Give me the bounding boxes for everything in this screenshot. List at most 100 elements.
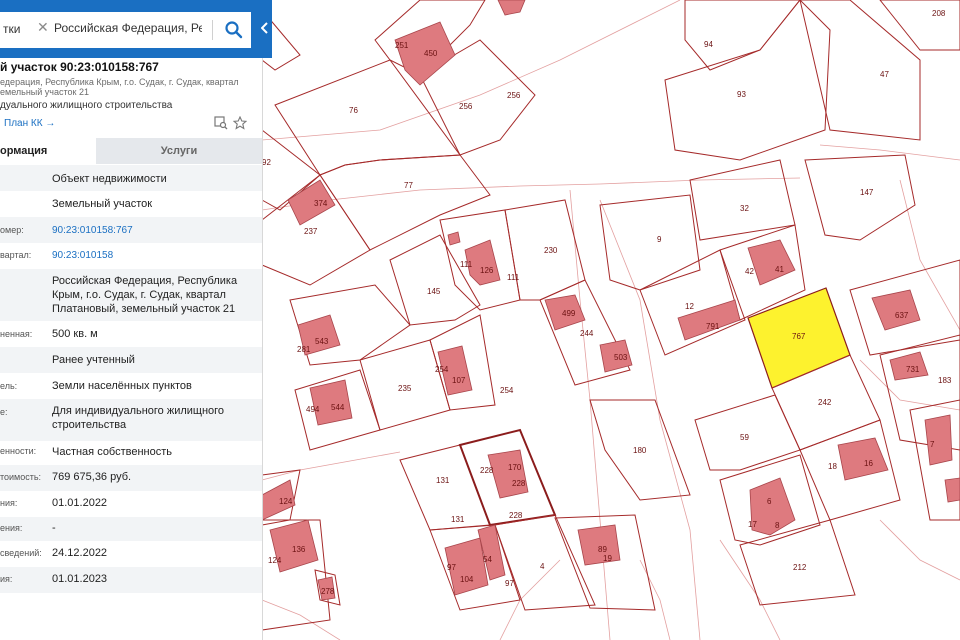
parcel-label: 16 [864, 459, 873, 468]
panel-tabs: ормация Услуги [0, 138, 262, 164]
star-icon[interactable] [232, 115, 248, 130]
address-line: емельный участок 21 [0, 87, 89, 97]
row-value: Российская Федерация, Республика Крым, г… [52, 275, 238, 315]
table-row: Земельный участок [0, 191, 262, 217]
parcel-label: 237 [304, 227, 318, 236]
parcel-address: едерация, Республика Крым, г.о. Судак, г… [0, 77, 258, 97]
clear-icon[interactable]: ✕ [37, 19, 49, 36]
search-icon[interactable] [222, 18, 246, 42]
parcel-label: 42 [745, 267, 754, 276]
parcel-label: 281 [297, 345, 311, 354]
row-label: сведений: [0, 548, 42, 558]
table-row: ия: 01.01.2023 [0, 567, 262, 593]
address-line: едерация, Республика Крым, г.о. Судак, г… [0, 77, 239, 87]
parcel-label: 145 [427, 287, 441, 296]
parcel-label: 256 [459, 102, 473, 111]
table-row: Российская Федерация, Республика Крым, г… [0, 269, 262, 321]
parcel-label: 183 [938, 376, 952, 385]
row-value: 01.01.2023 [52, 573, 108, 585]
tab-information[interactable]: ормация [0, 138, 96, 164]
parcel-label: 6 [767, 497, 772, 506]
selected-parcel-label: 767 [792, 332, 806, 341]
parcel-label: 104 [460, 575, 474, 584]
parcel-label: 170 [508, 463, 522, 472]
parcel-label: 731 [906, 365, 920, 374]
collapse-panel-button[interactable] [258, 0, 272, 58]
search-divider [212, 20, 213, 40]
table-row: ния: 01.01.2022 [0, 491, 262, 517]
row-label: ения: [0, 523, 23, 533]
parcel-label: 543 [315, 337, 329, 346]
parcel-purpose: дуального жилищного строительства [0, 100, 173, 111]
search-bar: тки ✕ [0, 0, 258, 58]
row-value: Земельный участок [52, 198, 153, 210]
table-row: Объект недвижимости [0, 165, 262, 191]
row-label: ненная: [0, 329, 33, 339]
parcel-label: 7 [930, 440, 935, 449]
parcel-label: 92 [262, 158, 271, 167]
row-value: Для индивидуального жилищного строительс… [52, 405, 225, 431]
parcel-label: 494 [306, 405, 320, 414]
parcel-label: 77 [404, 181, 413, 190]
parcel-label: 54 [483, 555, 492, 564]
search-category[interactable]: тки [3, 22, 20, 36]
row-label: е: [0, 407, 8, 417]
locate-on-map-icon[interactable] [214, 116, 228, 130]
table-row: е: Для индивидуального жилищного строите… [0, 399, 262, 441]
parcel-label: 278 [321, 587, 335, 596]
parcel-label: 147 [860, 188, 874, 197]
parcel-label: 212 [793, 563, 807, 572]
row-value: Частная собственность [52, 446, 173, 458]
table-row: вартал: 90:23:010158 [0, 243, 262, 269]
parcel-label: 126 [480, 266, 494, 275]
row-value: 500 кв. м [52, 328, 98, 340]
parcel-label: 228 [509, 511, 523, 520]
parcel-label: 93 [737, 90, 746, 99]
parcel-label: 228 [512, 479, 526, 488]
parcel-label: 18 [828, 462, 837, 471]
search-input[interactable] [54, 21, 202, 35]
parcel-label: 47 [880, 70, 889, 79]
plan-kk-link[interactable]: План КК → [4, 118, 55, 129]
parcel-label: 107 [452, 376, 466, 385]
parcel-label: 374 [314, 199, 328, 208]
parcel-label: 230 [544, 246, 558, 255]
parcel-label: 89 [598, 545, 607, 554]
row-value: Ранее учтенный [52, 354, 135, 366]
table-row: омер: 90:23:010158:767 [0, 217, 262, 243]
parcel-label: 131 [451, 515, 465, 524]
search-box[interactable]: тки ✕ [0, 12, 251, 48]
parcel-label: 544 [331, 403, 345, 412]
chevron-left-icon [261, 22, 268, 34]
row-value: Объект недвижимости [52, 173, 167, 185]
parcel-label: 450 [424, 49, 438, 58]
parcel-label: 499 [562, 309, 576, 318]
parcel-label: 9 [657, 235, 662, 244]
parcel-label: 254 [435, 365, 449, 374]
parcel-label: 59 [740, 433, 749, 442]
parcel-label: 235 [398, 384, 412, 393]
parcel-label: 208 [932, 9, 946, 18]
parcel-label: 791 [706, 322, 720, 331]
parcel-label: 124 [268, 556, 282, 565]
info-panel: тки ✕ й участок 90:23:010158:767 едераци… [0, 0, 263, 640]
parcel-label: 32 [740, 204, 749, 213]
table-row: ненная: 500 кв. м [0, 321, 262, 347]
parcel-title: й участок 90:23:010158:767 [0, 60, 159, 74]
parcel-label: 19 [603, 554, 612, 563]
cadastral-quarter-link[interactable]: 90:23:010158 [52, 249, 257, 263]
parcel-label: 17 [748, 520, 757, 529]
parcel-label: 4 [540, 562, 545, 571]
tab-services[interactable]: Услуги [96, 138, 262, 164]
parcel-label: 94 [704, 40, 713, 49]
parcel-label: 242 [818, 398, 832, 407]
row-label: енности: [0, 446, 37, 456]
table-row: енности: Частная собственность [0, 441, 262, 465]
cadastral-number-link[interactable]: 90:23:010158:767 [52, 224, 257, 238]
table-row: сведений: 24.12.2022 [0, 541, 262, 567]
row-label: тоимость: [0, 472, 42, 482]
parcel-label: 251 [395, 41, 409, 50]
parcel-label: 131 [436, 476, 450, 485]
parcel-label: 41 [775, 265, 784, 274]
row-label: вартал: [0, 250, 32, 260]
